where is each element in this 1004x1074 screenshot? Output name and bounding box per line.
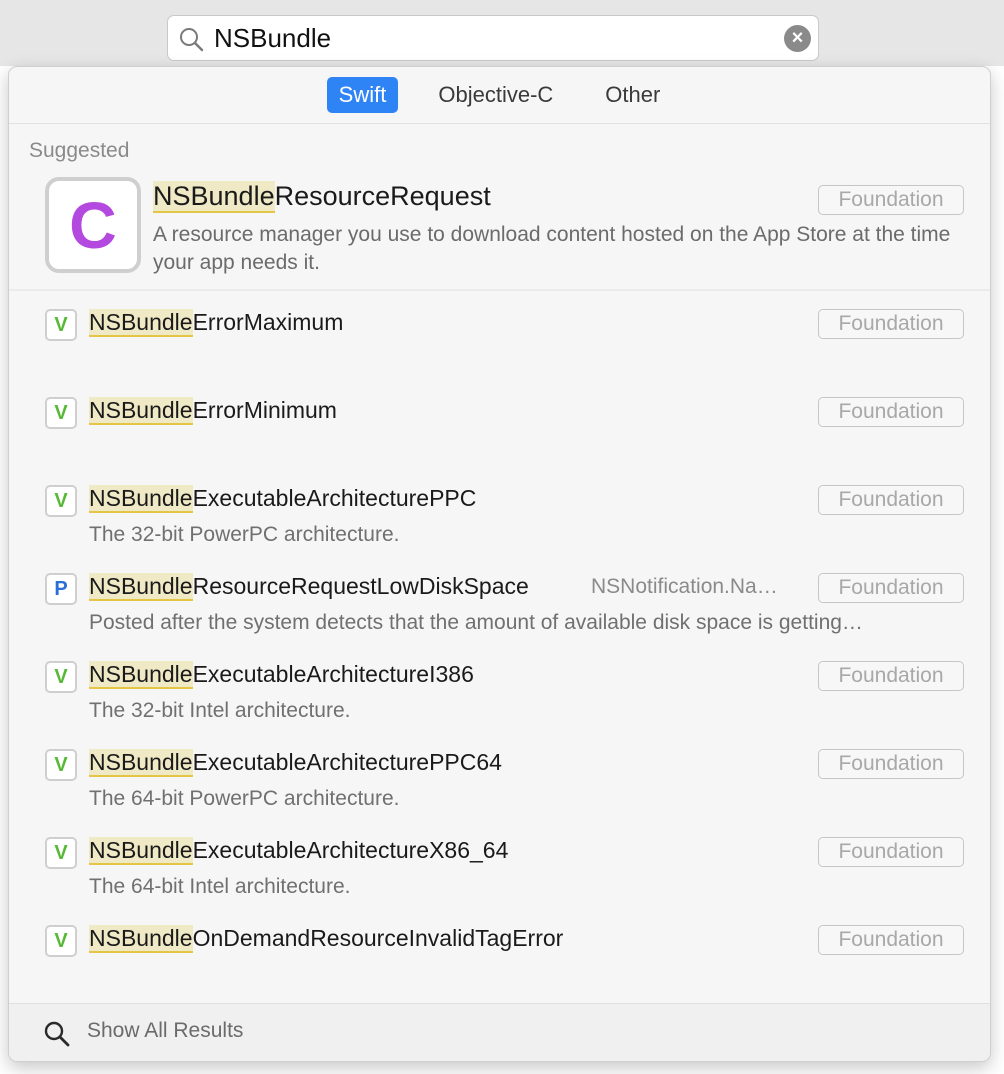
tab-objective-c[interactable]: Objective-C xyxy=(426,77,565,113)
search-icon xyxy=(44,1021,70,1047)
result-row[interactable]: V NSBundleExecutableArchitecturePPC64 Fo… xyxy=(9,743,990,831)
query-highlight: NSBundle xyxy=(89,309,193,337)
suggested-result[interactable]: C NSBundleResourceRequest Foundation A r… xyxy=(9,171,990,287)
tab-swift[interactable]: Swift xyxy=(326,77,399,113)
query-highlight: NSBundle xyxy=(89,925,193,953)
variable-icon: V xyxy=(45,837,77,869)
title-rest: ResourceRequest xyxy=(274,181,491,211)
framework-badge: Foundation xyxy=(818,309,964,339)
framework-badge: Foundation xyxy=(818,573,964,603)
result-title: NSBundleExecutableArchitectureI386 xyxy=(89,661,474,689)
result-subtitle: The 32-bit PowerPC architecture. xyxy=(89,523,400,546)
title-rest: ExecutableArchitecturePPC xyxy=(192,485,477,511)
result-title: NSBundleErrorMaximum xyxy=(89,309,344,337)
search-input[interactable] xyxy=(214,21,774,55)
result-row[interactable]: V NSBundleErrorMaximum Foundation xyxy=(9,303,990,391)
result-row[interactable]: V NSBundleErrorMinimum Foundation xyxy=(9,391,990,479)
variable-icon: V xyxy=(45,485,77,517)
divider xyxy=(9,289,990,291)
section-label-suggested: Suggested xyxy=(29,139,130,162)
query-highlight: NSBundle xyxy=(89,573,193,601)
result-row[interactable]: V NSBundleExecutableArchitectureI386 Fou… xyxy=(9,655,990,743)
title-rest: ExecutableArchitectureI386 xyxy=(192,661,474,687)
variable-icon: V xyxy=(45,309,77,341)
result-row[interactable]: V NSBundleExecutableArchitecturePPC Foun… xyxy=(9,479,990,567)
framework-badge: Foundation xyxy=(818,749,964,779)
framework-badge: Foundation xyxy=(818,185,964,215)
result-title: NSBundleExecutableArchitecturePPC xyxy=(89,485,477,513)
tab-other[interactable]: Other xyxy=(593,77,672,113)
class-icon: C xyxy=(45,177,141,273)
title-rest: OnDemandResourceInvalidTagError xyxy=(192,925,564,951)
title-rest: ResourceRequestLowDiskSpace xyxy=(192,573,529,599)
query-highlight: NSBundle xyxy=(153,181,275,213)
search-field[interactable]: × xyxy=(167,15,819,61)
title-rest: ErrorMaximum xyxy=(192,309,344,335)
title-rest: ExecutableArchitectureX86_64 xyxy=(192,837,509,863)
result-row[interactable]: V NSBundleExecutableArchitectureX86_64 F… xyxy=(9,831,990,919)
framework-badge: Foundation xyxy=(818,837,964,867)
query-highlight: NSBundle xyxy=(89,485,193,513)
variable-icon: V xyxy=(45,925,77,957)
query-highlight: NSBundle xyxy=(89,397,193,425)
result-subtitle: The 32-bit Intel architecture. xyxy=(89,699,351,722)
framework-badge: Foundation xyxy=(818,397,964,427)
result-type: NSNotification.Na… xyxy=(591,575,778,598)
search-results-popover: Swift Objective-C Other Suggested C NSBu… xyxy=(8,66,991,1062)
result-subtitle: Posted after the system detects that the… xyxy=(89,611,863,634)
result-title: NSBundleErrorMinimum xyxy=(89,397,337,425)
show-all-results-label: Show All Results xyxy=(87,1019,244,1042)
framework-badge: Foundation xyxy=(818,661,964,691)
search-icon xyxy=(180,28,204,52)
clear-icon[interactable]: × xyxy=(784,25,811,52)
query-highlight: NSBundle xyxy=(89,749,193,777)
result-title: NSBundleExecutableArchitecturePPC64 xyxy=(89,749,502,777)
result-title: NSBundleResourceRequestLowDiskSpace xyxy=(89,573,529,601)
query-highlight: NSBundle xyxy=(89,661,193,689)
suggested-title: NSBundleResourceRequest xyxy=(153,181,491,213)
framework-badge: Foundation xyxy=(818,485,964,515)
result-subtitle: The 64-bit PowerPC architecture. xyxy=(89,787,400,810)
variable-icon: V xyxy=(45,661,77,693)
title-rest: ExecutableArchitecturePPC64 xyxy=(192,749,502,775)
title-rest: ErrorMinimum xyxy=(192,397,337,423)
result-row[interactable]: P NSBundleResourceRequestLowDiskSpace NS… xyxy=(9,567,990,655)
variable-icon: V xyxy=(45,397,77,429)
result-row[interactable]: V NSBundleOnDemandResourceInvalidTagErro… xyxy=(9,919,990,1007)
divider xyxy=(9,123,990,124)
query-highlight: NSBundle xyxy=(89,837,193,865)
result-title: NSBundleExecutableArchitectureX86_64 xyxy=(89,837,509,865)
show-all-results-button[interactable]: Show All Results xyxy=(9,1003,990,1061)
result-subtitle: The 64-bit Intel architecture. xyxy=(89,875,351,898)
framework-badge: Foundation xyxy=(818,925,964,955)
variable-icon: V xyxy=(45,749,77,781)
result-title: NSBundleOnDemandResourceInvalidTagError xyxy=(89,925,564,953)
language-tabs: Swift Objective-C Other xyxy=(9,77,990,115)
property-icon: P xyxy=(45,573,77,605)
suggested-description: A resource manager you use to download c… xyxy=(153,223,951,274)
